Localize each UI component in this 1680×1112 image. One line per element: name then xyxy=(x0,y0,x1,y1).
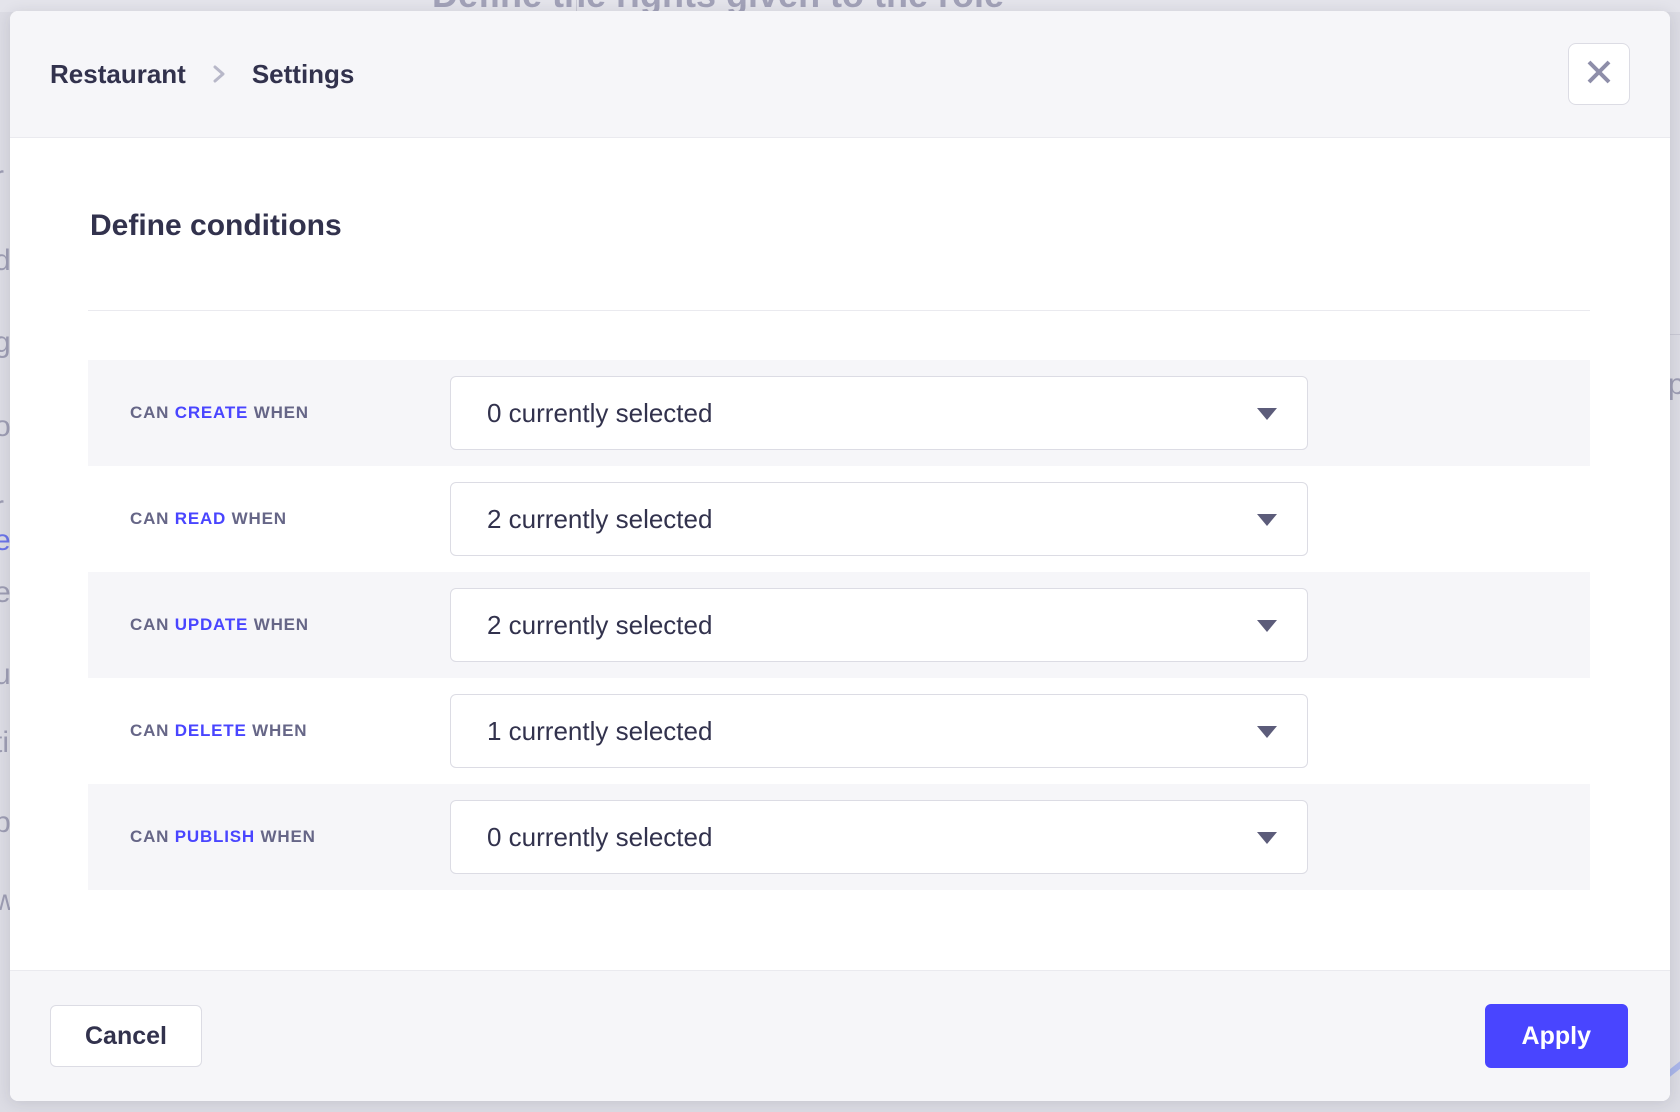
condition-row-update: CAN UPDATE WHEN 2 currently selected xyxy=(88,572,1590,678)
background-row-line xyxy=(1670,334,1680,335)
caret-down-icon xyxy=(1257,514,1277,526)
close-button[interactable] xyxy=(1568,43,1630,105)
label-prefix: CAN xyxy=(130,721,169,740)
label-prefix: CAN xyxy=(130,615,169,634)
select-value: 2 currently selected xyxy=(487,504,712,535)
condition-label: CAN PUBLISH WHEN xyxy=(130,827,316,847)
condition-label: CAN CREATE WHEN xyxy=(130,403,309,423)
pencil-icon xyxy=(1670,1059,1680,1080)
select-value: 2 currently selected xyxy=(487,610,712,641)
label-action: CREATE xyxy=(175,403,248,422)
background-letter-fragment: er xyxy=(0,576,10,610)
background-letter-fragment: r xyxy=(0,160,4,194)
update-conditions-select[interactable]: 2 currently selected xyxy=(450,588,1308,662)
create-conditions-select[interactable]: 0 currently selected xyxy=(450,376,1308,450)
caret-down-icon xyxy=(1257,832,1277,844)
breadcrumb-item-settings: Settings xyxy=(252,59,355,90)
background-letter-fragment: p xyxy=(0,806,10,840)
publish-conditions-select[interactable]: 0 currently selected xyxy=(450,800,1308,874)
background-letter-fragment: ti xyxy=(0,726,9,760)
background-letter-fragment: w xyxy=(0,884,10,918)
apply-button[interactable]: Apply xyxy=(1485,1004,1628,1068)
modal-footer: Cancel Apply xyxy=(10,970,1670,1101)
background-letter-fragment: u xyxy=(0,658,10,692)
background-letter-fragment: e xyxy=(0,524,10,558)
background-page-right-edge: p xyxy=(1670,0,1680,1112)
conditions-rows: CAN CREATE WHEN 0 currently selected CAN… xyxy=(88,360,1590,890)
select-value: 0 currently selected xyxy=(487,398,712,429)
define-conditions-modal: Restaurant Settings Define conditions CA… xyxy=(10,11,1670,1101)
chevron-right-icon xyxy=(212,62,226,86)
label-suffix: WHEN xyxy=(254,403,309,422)
background-letter-fragment: p xyxy=(1670,368,1680,402)
select-value: 1 currently selected xyxy=(487,716,712,747)
caret-down-icon xyxy=(1257,620,1277,632)
label-suffix: WHEN xyxy=(232,509,287,528)
condition-row-publish: CAN PUBLISH WHEN 0 currently selected xyxy=(88,784,1590,890)
condition-label: CAN DELETE WHEN xyxy=(130,721,307,741)
label-prefix: CAN xyxy=(130,827,169,846)
label-prefix: CAN xyxy=(130,509,169,528)
modal-header: Restaurant Settings xyxy=(10,11,1670,138)
caret-down-icon xyxy=(1257,726,1277,738)
delete-conditions-select[interactable]: 1 currently selected xyxy=(450,694,1308,768)
label-action: UPDATE xyxy=(175,615,248,634)
background-page-left-edge: rdgoreerutipw xyxy=(0,0,10,1112)
condition-row-read: CAN READ WHEN 2 currently selected xyxy=(88,466,1590,572)
label-suffix: WHEN xyxy=(254,615,309,634)
title-divider xyxy=(88,310,1590,311)
breadcrumb-item-restaurant: Restaurant xyxy=(50,59,186,90)
condition-row-create: CAN CREATE WHEN 0 currently selected xyxy=(88,360,1590,466)
page-title: Define conditions xyxy=(90,209,342,243)
select-value: 0 currently selected xyxy=(487,822,712,853)
label-suffix: WHEN xyxy=(252,721,307,740)
condition-row-delete: CAN DELETE WHEN 1 currently selected xyxy=(88,678,1590,784)
background-letter-fragment: r xyxy=(0,490,4,524)
condition-label: CAN READ WHEN xyxy=(130,509,287,529)
read-conditions-select[interactable]: 2 currently selected xyxy=(450,482,1308,556)
label-action: PUBLISH xyxy=(175,827,255,846)
condition-label: CAN UPDATE WHEN xyxy=(130,615,309,635)
label-prefix: CAN xyxy=(130,403,169,422)
background-letter-fragment: g xyxy=(0,326,10,360)
label-action: READ xyxy=(175,509,226,528)
cancel-button[interactable]: Cancel xyxy=(50,1005,202,1067)
background-letter-fragment: o xyxy=(0,410,10,444)
label-action: DELETE xyxy=(175,721,247,740)
caret-down-icon xyxy=(1257,408,1277,420)
background-letter-fragment: d xyxy=(0,244,10,278)
label-suffix: WHEN xyxy=(261,827,316,846)
close-icon xyxy=(1584,57,1614,92)
breadcrumb: Restaurant Settings xyxy=(50,59,354,90)
